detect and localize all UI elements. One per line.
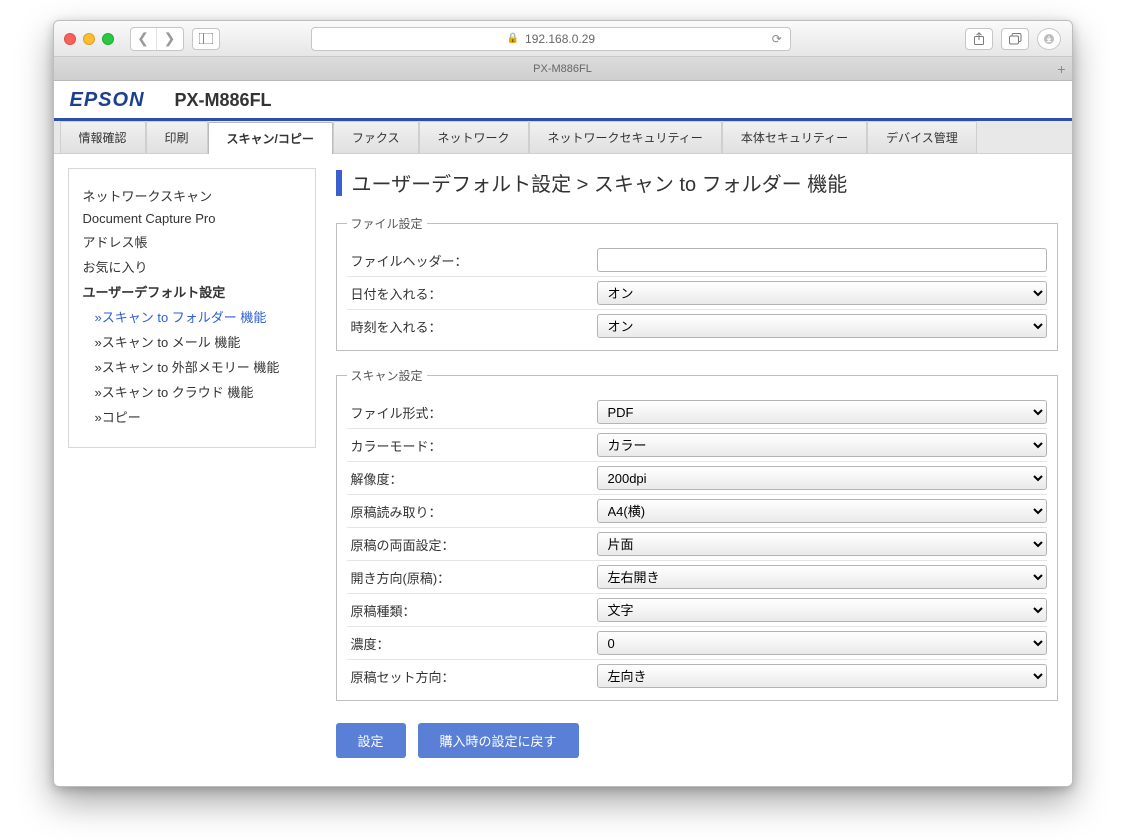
sidebar-item-2[interactable]: アドレス帳 <box>83 229 301 254</box>
file-header-input[interactable] <box>597 248 1047 272</box>
tab-5[interactable]: ネットワークセキュリティー <box>529 121 722 153</box>
sidebar-subitem-4-3[interactable]: »スキャン to クラウド 機能 <box>83 379 301 404</box>
include-time-row: 時刻を入れる： オン <box>347 310 1047 342</box>
file-settings-legend: ファイル設定 <box>347 215 427 232</box>
back-button[interactable]: ❮ <box>131 28 157 50</box>
sidebar-item-0[interactable]: ネットワークスキャン <box>83 183 301 208</box>
resolution-label: 解像度： <box>347 469 597 488</box>
format-label: ファイル形式： <box>347 403 597 422</box>
file-header-row: ファイルヘッダー： <box>347 244 1047 277</box>
reload-icon[interactable]: ⟳ <box>772 32 782 46</box>
include-date-label: 日付を入れる： <box>347 284 597 303</box>
close-window-icon[interactable] <box>64 33 76 45</box>
share-icon[interactable] <box>965 28 993 50</box>
address-bar[interactable]: 🔒 192.168.0.29 ⟳ <box>311 27 791 51</box>
tabs-overview-icon[interactable] <box>1001 28 1029 50</box>
nav-back-forward: ❮ ❯ <box>130 27 184 51</box>
tab-3[interactable]: ファクス <box>333 121 419 153</box>
tab-6[interactable]: 本体セキュリティー <box>722 121 867 153</box>
forward-button[interactable]: ❯ <box>157 28 183 50</box>
sidebar-subitem-4-1[interactable]: »スキャン to メール 機能 <box>83 329 301 354</box>
lock-icon: 🔒 <box>507 33 519 44</box>
page-title: ユーザーデフォルト設定 > スキャン to フォルダー 機能 <box>336 168 1058 197</box>
title-accent-bar <box>336 170 342 196</box>
include-time-label: 時刻を入れる： <box>347 317 597 336</box>
scan-settings-legend: スキャン設定 <box>347 367 427 384</box>
duplex-select[interactable]: 片面 <box>597 532 1047 556</box>
minimize-window-icon[interactable] <box>83 33 95 45</box>
resolution-select[interactable]: 200dpi <box>597 466 1047 490</box>
reset-button[interactable]: 購入時の設定に戻す <box>418 723 579 758</box>
tab-7[interactable]: デバイス管理 <box>867 121 977 153</box>
zoom-window-icon[interactable] <box>102 33 114 45</box>
doc-type-label: 原稿種類： <box>347 601 597 620</box>
include-date-select[interactable]: オン <box>597 281 1047 305</box>
browser-window: ❮ ❯ 🔒 192.168.0.29 ⟳ PX-M886FL + <box>53 20 1073 787</box>
downloads-icon[interactable] <box>1037 28 1061 50</box>
sidebar-item-4[interactable]: ユーザーデフォルト設定 <box>83 279 301 304</box>
apply-button[interactable]: 設定 <box>336 723 406 758</box>
color-select[interactable]: カラー <box>597 433 1047 457</box>
read-size-label: 原稿読み取り： <box>347 502 597 521</box>
orientation-select[interactable]: 左向き <box>597 664 1047 688</box>
tab-2[interactable]: スキャン/コピー <box>208 122 333 154</box>
sidebar-item-1[interactable]: Document Capture Pro <box>83 208 301 229</box>
file-header-label: ファイルヘッダー： <box>347 251 597 270</box>
content: ネットワークスキャンDocument Capture Proアドレス帳お気に入り… <box>54 154 1072 766</box>
color-label: カラーモード： <box>347 436 597 455</box>
tab-1[interactable]: 印刷 <box>146 121 208 153</box>
scan-settings-group: スキャン設定 ファイル形式：PDF カラーモード：カラー 解像度：200dpi … <box>336 367 1058 701</box>
window-controls <box>64 33 114 45</box>
sidebar: ネットワークスキャンDocument Capture Proアドレス帳お気に入り… <box>68 168 316 448</box>
binding-select[interactable]: 左右開き <box>597 565 1047 589</box>
new-tab-button[interactable]: + <box>1057 61 1065 77</box>
browser-tab-title[interactable]: PX-M886FL <box>533 63 592 75</box>
titlebar: ❮ ❯ 🔒 192.168.0.29 ⟳ <box>54 21 1072 57</box>
action-buttons: 設定 購入時の設定に戻す <box>336 717 1058 758</box>
toolbar-right <box>965 28 1061 50</box>
brand-logo: EPSON <box>70 89 145 112</box>
include-time-select[interactable]: オン <box>597 314 1047 338</box>
tab-0[interactable]: 情報確認 <box>60 121 146 153</box>
page-title-text: ユーザーデフォルト設定 > スキャン to フォルダー 機能 <box>352 168 848 197</box>
sidebar-subitem-4-0[interactable]: »スキャン to フォルダー 機能 <box>83 304 301 329</box>
main-tabs: 情報確認印刷スキャン/コピーファクスネットワークネットワークセキュリティー本体セ… <box>54 121 1072 154</box>
brand-bar: EPSON PX-M886FL <box>54 81 1072 121</box>
orientation-label: 原稿セット方向： <box>347 667 597 686</box>
format-select[interactable]: PDF <box>597 400 1047 424</box>
density-select[interactable]: 0 <box>597 631 1047 655</box>
main: ユーザーデフォルト設定 > スキャン to フォルダー 機能 ファイル設定 ファ… <box>316 168 1058 766</box>
sidebar-item-3[interactable]: お気に入り <box>83 254 301 279</box>
address-text: 192.168.0.29 <box>525 32 595 46</box>
sidebar-toggle-icon[interactable] <box>192 28 220 50</box>
doc-type-select[interactable]: 文字 <box>597 598 1047 622</box>
density-label: 濃度： <box>347 634 597 653</box>
duplex-label: 原稿の両面設定： <box>347 535 597 554</box>
include-date-row: 日付を入れる： オン <box>347 277 1047 310</box>
tab-4[interactable]: ネットワーク <box>419 121 529 153</box>
binding-label: 開き方向(原稿)： <box>347 568 597 587</box>
file-settings-group: ファイル設定 ファイルヘッダー： 日付を入れる： オン 時刻を入れる： オン <box>336 215 1058 351</box>
read-size-select[interactable]: A4(横) <box>597 499 1047 523</box>
sidebar-subitem-4-2[interactable]: »スキャン to 外部メモリー 機能 <box>83 354 301 379</box>
page: EPSON PX-M886FL 情報確認印刷スキャン/コピーファクスネットワーク… <box>54 81 1072 786</box>
model-name: PX-M886FL <box>175 90 272 111</box>
tab-strip: PX-M886FL + <box>54 57 1072 81</box>
sidebar-subitem-4-4[interactable]: »コピー <box>83 404 301 429</box>
